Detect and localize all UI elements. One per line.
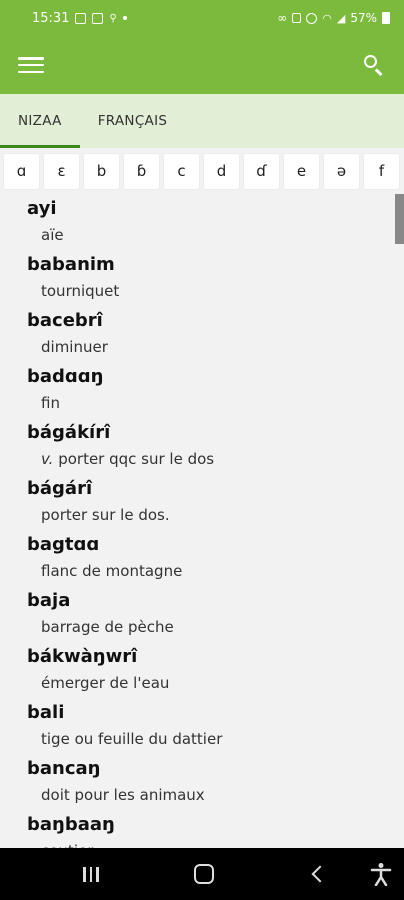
search-icon[interactable]: [362, 53, 386, 77]
list-item[interactable]: bancaŋ doit pour les animaux: [0, 754, 404, 810]
notification-icon: ⚲: [109, 12, 117, 24]
gloss-text: porter qqc sur le dos: [58, 450, 215, 468]
gloss: diminuer: [27, 334, 404, 362]
system-nav-bar: [0, 848, 404, 900]
gloss: tourniquet: [27, 278, 404, 306]
gloss-text: aïe: [41, 226, 64, 244]
headword: bancaŋ: [27, 758, 101, 779]
headword: bagtɑɑ: [27, 534, 100, 555]
letter-button[interactable]: b: [84, 153, 119, 189]
app-bar: [0, 36, 404, 94]
gloss: émerger de l'eau: [27, 670, 404, 698]
headword: baŋbaaŋ: [27, 814, 115, 835]
language-tabs: NIZAA FRANÇAIS: [0, 94, 404, 148]
home-icon[interactable]: [184, 848, 224, 900]
gloss-text: porter sur le dos.: [41, 506, 170, 524]
alarm-icon: [306, 12, 318, 24]
gloss: porter sur le dos.: [27, 502, 404, 530]
gloss: doit pour les animaux: [27, 782, 404, 810]
letter-button[interactable]: c: [164, 153, 199, 189]
alphabet-index: ɑ ɛ b ɓ c d ɗ e ə f: [0, 148, 404, 194]
gloss: fin: [27, 390, 404, 418]
gloss: flanc de montagne: [27, 558, 404, 586]
letter-button[interactable]: e: [284, 153, 319, 189]
headword: bágákírî: [27, 422, 111, 443]
gloss: tige ou feuille du dattier: [27, 726, 404, 754]
gloss-text: barrage de pèche: [41, 618, 174, 636]
gloss-text: tige ou feuille du dattier: [41, 730, 223, 748]
dot-icon: [122, 16, 127, 20]
recents-icon[interactable]: [71, 848, 111, 900]
gloss-text: émerger de l'eau: [41, 674, 170, 692]
accessibility-icon[interactable]: [361, 848, 401, 900]
list-item[interactable]: bágákírî v. porter qqc sur le dos: [0, 418, 404, 474]
gloss: aïe: [27, 222, 404, 250]
headword: baja: [27, 590, 71, 611]
headword: badɑɑŋ: [27, 366, 104, 387]
gloss: barrage de pèche: [27, 614, 404, 642]
list-item[interactable]: bali tige ou feuille du dattier: [0, 698, 404, 754]
signal-icon: ◢: [336, 11, 346, 25]
status-right: ∞ ◠ ◢ 57%: [277, 11, 390, 25]
headword: bacebrî: [27, 310, 103, 331]
status-time: 15:31: [32, 10, 70, 26]
list-item[interactable]: badɑɑŋ fin: [0, 362, 404, 418]
letter-button[interactable]: ɑ: [4, 153, 39, 189]
list-item[interactable]: ayi aïe: [0, 194, 404, 250]
scrollbar-thumb[interactable]: [395, 194, 404, 244]
letter-button[interactable]: ɓ: [124, 153, 159, 189]
link-icon: ∞: [277, 11, 288, 25]
entry-list[interactable]: ayi aïe babanim tourniquet bacebrî dimin…: [0, 194, 404, 848]
status-left: 15:31 ⚲: [32, 11, 127, 26]
headword: bali: [27, 702, 65, 723]
gloss-text: doit pour les animaux: [41, 786, 205, 804]
part-of-speech: v.: [41, 450, 54, 468]
list-item[interactable]: bágárî porter sur le dos.: [0, 474, 404, 530]
list-item[interactable]: bacebrî diminuer: [0, 306, 404, 362]
tab-francais[interactable]: FRANÇAIS: [80, 94, 186, 148]
tab-label: NIZAA: [18, 113, 62, 129]
gloss-text: flanc de montagne: [41, 562, 183, 580]
letter-button[interactable]: ɛ: [44, 153, 79, 189]
list-item[interactable]: bagtɑɑ flanc de montagne: [0, 530, 404, 586]
letter-button[interactable]: f: [364, 153, 399, 189]
status-bar: 15:31 ⚲ ∞ ◠ ◢ 57%: [0, 0, 404, 36]
headword: babanim: [27, 254, 115, 275]
gloss-text: fin: [41, 394, 60, 412]
gloss-text: tourniquet: [41, 282, 120, 300]
list-item[interactable]: babanim tourniquet: [0, 250, 404, 306]
gallery-icon: [75, 12, 87, 24]
wifi-icon: ◠: [322, 11, 332, 25]
letter-button[interactable]: d: [204, 153, 239, 189]
tab-nizaa[interactable]: NIZAA: [0, 94, 80, 148]
hamburger-menu-icon[interactable]: [18, 55, 44, 75]
battery-icon: [382, 12, 390, 24]
lock-icon: [292, 13, 302, 23]
headword: ayi: [27, 198, 57, 219]
headword: bágárî: [27, 478, 93, 499]
gloss: coutier: [27, 838, 404, 848]
list-item[interactable]: baŋbaaŋ coutier: [0, 810, 404, 848]
battery-percent: 57%: [350, 11, 377, 25]
letter-button[interactable]: ɗ: [244, 153, 279, 189]
list-item[interactable]: baja barrage de pèche: [0, 586, 404, 642]
letter-button[interactable]: ə: [324, 153, 359, 189]
tab-label: FRANÇAIS: [97, 113, 168, 129]
list-item[interactable]: bákwàŋwrî émerger de l'eau: [0, 642, 404, 698]
back-icon[interactable]: [297, 848, 337, 900]
gloss: v. porter qqc sur le dos: [27, 446, 404, 474]
b-icon: [92, 12, 104, 24]
gloss-text: diminuer: [41, 338, 108, 356]
headword: bákwàŋwrî: [27, 646, 138, 667]
